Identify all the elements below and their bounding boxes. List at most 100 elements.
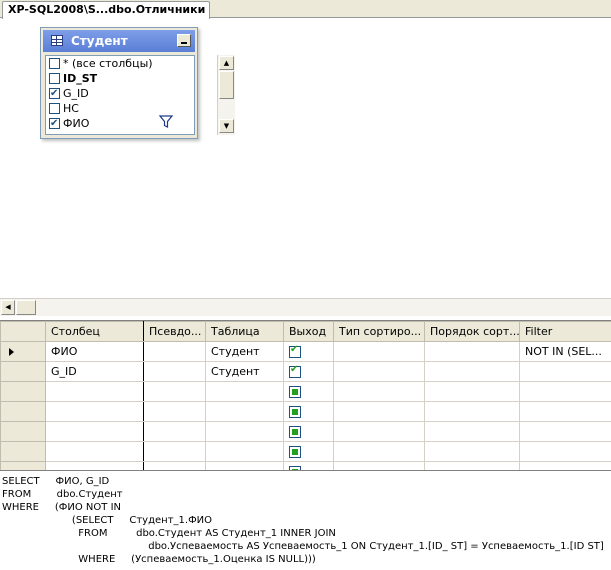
cell-sort-type[interactable] <box>333 461 425 470</box>
header-column[interactable]: Столбец <box>45 321 144 342</box>
cell-filter[interactable] <box>519 421 611 442</box>
row-selector[interactable] <box>0 381 46 402</box>
table-column-item[interactable]: ID_ST <box>46 71 194 86</box>
scroll-left-arrow-icon[interactable]: ◀ <box>1 300 15 315</box>
output-checkbox[interactable] <box>289 344 301 358</box>
column-checkbox[interactable] <box>49 116 60 131</box>
cell-output[interactable] <box>283 361 334 382</box>
row-selector[interactable] <box>0 361 46 382</box>
sql-pane[interactable]: SELECT ФИО, G_ID FROM dbo.Студент WHERE (Ф… <box>0 470 611 570</box>
cell-sort-order[interactable] <box>424 461 520 470</box>
output-checkbox[interactable] <box>289 386 301 398</box>
cell-sort-type[interactable] <box>333 381 425 402</box>
cell-alias[interactable] <box>143 461 206 470</box>
cell-alias[interactable] <box>143 361 206 382</box>
cell-sort-type[interactable] <box>333 341 425 362</box>
column-checkbox[interactable] <box>49 58 60 69</box>
scroll-up-arrow-icon[interactable]: ▲ <box>219 56 234 70</box>
diagram-pane[interactable]: Студент * (все столбцы) ID_ST G_ID НС ФИО ▲ … <box>0 19 611 298</box>
column-checkbox[interactable] <box>49 103 60 114</box>
cell-filter[interactable] <box>519 401 611 422</box>
cell-table[interactable] <box>205 441 284 462</box>
diagram-horizontal-scrollbar[interactable]: ◀ <box>0 298 611 316</box>
cell-sort-order[interactable] <box>424 361 520 382</box>
table-window-student[interactable]: Студент * (все столбцы) ID_ST G_ID НС ФИО ▲ … <box>40 27 235 139</box>
column-checkbox[interactable] <box>49 86 60 101</box>
header-table[interactable]: Таблица <box>205 321 284 342</box>
cell-sort-type[interactable] <box>333 441 425 462</box>
criteria-grid[interactable]: Столбец Псевдо... Таблица Выход Тип сорт… <box>0 320 611 470</box>
cell-alias[interactable] <box>143 381 206 402</box>
cell-sort-type[interactable] <box>333 361 425 382</box>
cell-table[interactable]: Студент <box>205 341 284 362</box>
cell-sort-order[interactable] <box>424 401 520 422</box>
cell-filter[interactable] <box>519 381 611 402</box>
row-selector[interactable] <box>0 401 46 422</box>
header-filter[interactable]: Filter <box>519 321 611 342</box>
grid-row[interactable] <box>0 381 611 402</box>
cell-column[interactable] <box>45 401 144 422</box>
column-list-scrollbar[interactable]: ▲ ▼ <box>217 55 235 135</box>
header-alias[interactable]: Псевдо... <box>143 321 206 342</box>
cell-output[interactable] <box>283 441 334 462</box>
scroll-down-arrow-icon[interactable]: ▼ <box>219 119 234 133</box>
cell-column[interactable] <box>45 381 144 402</box>
output-checkbox[interactable] <box>289 364 301 378</box>
cell-output[interactable] <box>283 381 334 402</box>
cell-alias[interactable] <box>143 341 206 362</box>
minimize-button[interactable] <box>177 34 191 47</box>
table-grid-icon <box>51 35 63 46</box>
cell-column[interactable]: G_ID <box>45 361 144 382</box>
header-sort-type[interactable]: Тип сортиро... <box>333 321 425 342</box>
table-column-item[interactable]: НС <box>46 101 194 116</box>
cell-alias[interactable] <box>143 441 206 462</box>
cell-column[interactable]: ФИО <box>45 341 144 362</box>
grid-row[interactable] <box>0 441 611 462</box>
cell-alias[interactable] <box>143 401 206 422</box>
document-tab[interactable]: XP-SQL2008\S...dbo.Отличники <box>2 1 211 19</box>
cell-filter[interactable] <box>519 461 611 470</box>
cell-sort-type[interactable] <box>333 421 425 442</box>
cell-sort-type[interactable] <box>333 401 425 422</box>
row-selector[interactable] <box>0 461 46 470</box>
cell-column[interactable] <box>45 421 144 442</box>
cell-alias[interactable] <box>143 421 206 442</box>
cell-filter[interactable] <box>519 361 611 382</box>
header-sort-order[interactable]: Порядок сорт... <box>424 321 520 342</box>
table-window-titlebar[interactable]: Студент <box>43 30 195 52</box>
scroll-thumb[interactable] <box>219 71 234 99</box>
cell-table[interactable]: Студент <box>205 361 284 382</box>
grid-row[interactable] <box>0 421 611 442</box>
horizontal-scroll-thumb[interactable] <box>16 300 36 315</box>
output-checkbox[interactable] <box>289 426 301 438</box>
cell-output[interactable] <box>283 401 334 422</box>
cell-output[interactable] <box>283 421 334 442</box>
row-selector[interactable] <box>0 341 46 362</box>
cell-filter[interactable]: NOT IN (SEL... <box>519 341 611 362</box>
cell-table[interactable] <box>205 401 284 422</box>
grid-row[interactable]: G_ID Студент <box>0 361 611 382</box>
cell-filter[interactable] <box>519 441 611 462</box>
output-checkbox[interactable] <box>289 446 301 458</box>
cell-sort-order[interactable] <box>424 341 520 362</box>
cell-table[interactable] <box>205 381 284 402</box>
column-checkbox[interactable] <box>49 73 60 84</box>
row-selector[interactable] <box>0 441 46 462</box>
table-column-item[interactable]: * (все столбцы) <box>46 56 194 71</box>
table-column-item[interactable]: G_ID <box>46 86 194 101</box>
cell-sort-order[interactable] <box>424 441 520 462</box>
cell-output[interactable] <box>283 461 334 470</box>
cell-sort-order[interactable] <box>424 381 520 402</box>
header-output[interactable]: Выход <box>283 321 334 342</box>
row-selector[interactable] <box>0 421 46 442</box>
grid-row[interactable] <box>0 401 611 422</box>
cell-table[interactable] <box>205 461 284 470</box>
cell-column[interactable] <box>45 461 144 470</box>
cell-table[interactable] <box>205 421 284 442</box>
grid-row[interactable] <box>0 461 611 470</box>
cell-output[interactable] <box>283 341 334 362</box>
output-checkbox[interactable] <box>289 406 301 418</box>
grid-row[interactable]: ФИО Студент NOT IN (SEL... <box>0 341 611 362</box>
cell-sort-order[interactable] <box>424 421 520 442</box>
cell-column[interactable] <box>45 441 144 462</box>
